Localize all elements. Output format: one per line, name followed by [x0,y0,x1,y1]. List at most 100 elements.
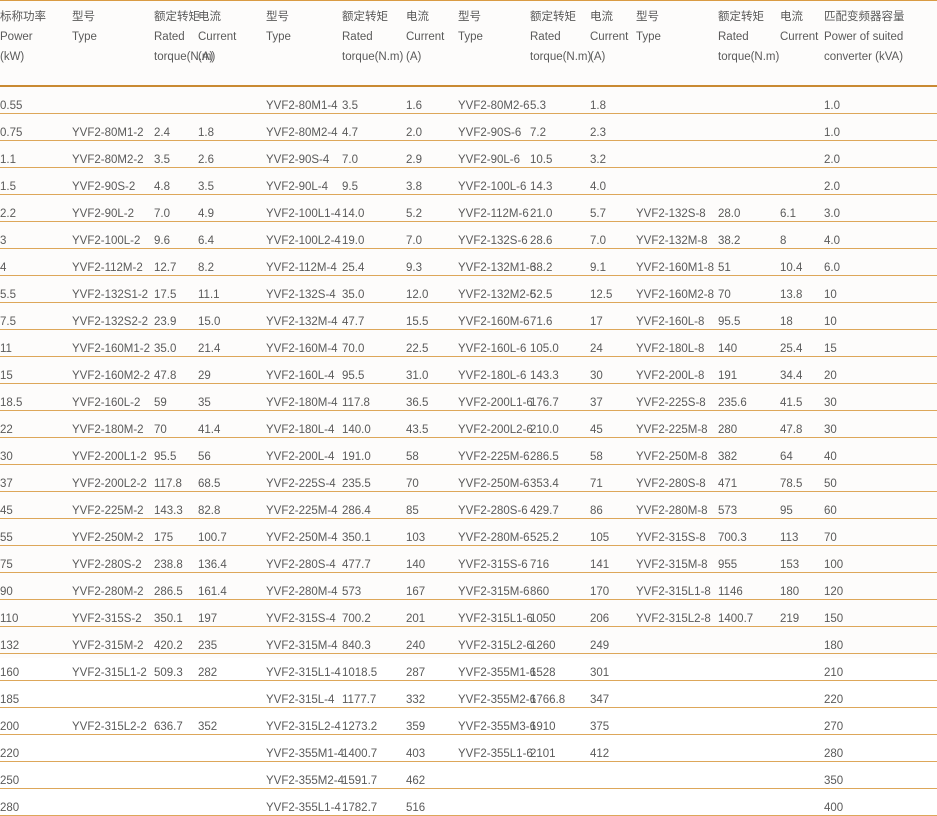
cell-type8 [636,788,718,816]
cell-i8: 113 [780,518,824,546]
cell-i4: 516 [406,788,458,816]
table-row: 132 YVF2-315M-2 420.2 235 YVF2-315M-4 840.3 24… [0,626,937,654]
cell-power: 4 [0,248,72,276]
cell-tq6: 525.2 [530,518,590,546]
column-header-cn-conv: 匹配变频器容量 [824,11,905,23]
cell-i8 [780,113,824,141]
cell-i2: 68.5 [198,464,266,492]
table-row: 11 YVF2-160M1-2 35.0 21.4 YVF2-160M-4 70.0 22.… [0,329,937,357]
cell-type2: YVF2-80M2-2 [72,140,154,168]
cell-i6: 105 [590,518,636,546]
cell-tq4: 117.8 [342,383,406,411]
motor-spec-table: 标称功率 Power (kW) 型号 Type 额定转矩 Rated torque(N.m) 电… [0,0,937,816]
column-header-en-type8: Type [636,31,661,43]
cell-tq8: 280 [718,410,780,438]
cell-tq8: 471 [718,464,780,492]
cell-tq8: 700.3 [718,518,780,546]
cell-type2 [72,86,154,114]
cell-i8: 18 [780,302,824,330]
cell-tq6: 143.3 [530,356,590,384]
table-row: 110 YVF2-315S-2 350.1 197 YVF2-315S-4 700.2 20… [0,599,937,627]
column-header-unit-tq6: torque(N.m) [530,51,592,63]
cell-type8: YVF2-132M-8 [636,221,718,249]
cell-type6: YVF2-315M-6 [458,572,530,600]
cell-i4: 240 [406,626,458,654]
cell-tq2 [154,680,198,708]
cell-i2: 352 [198,707,266,735]
cell-tq2: 117.8 [154,464,198,492]
cell-type2: YVF2-315S-2 [72,599,154,627]
cell-type4: YVF2-90S-4 [266,140,342,168]
cell-tq4: 4.7 [342,113,406,141]
cell-i8: 10.4 [780,248,824,276]
cell-type2 [72,788,154,816]
cell-conv: 3.0 [824,194,937,222]
cell-tq4: 140.0 [342,410,406,438]
cell-type8: YVF2-315S-8 [636,518,718,546]
cell-tq4: 350.1 [342,518,406,546]
cell-tq6: 5.3 [530,86,590,114]
cell-power: 110 [0,599,72,627]
cell-tq2: 35.0 [154,329,198,357]
cell-i8 [780,626,824,654]
cell-i8: 6.1 [780,194,824,222]
cell-type6: YVF2-200L1-6 [458,383,533,411]
cell-type2: YVF2-160M1-2 [72,329,154,357]
cell-i8: 153 [780,545,824,573]
spec-table-page: 标称功率 Power (kW) 型号 Type 额定转矩 Rated torque(N.m) 电… [0,0,937,816]
cell-power: 30 [0,437,72,465]
cell-tq6 [530,761,590,789]
cell-power: 90 [0,572,72,600]
cell-i8: 64 [780,437,824,465]
cell-i6: 249 [590,626,636,654]
cell-tq8 [718,113,780,141]
table-row: 0.55 YVF2-80M1-4 3.5 1.6 YVF2-80M2-6 5.3 1.8 1.… [0,86,937,114]
cell-power: 3 [0,221,72,249]
cell-type6: YVF2-112M-6 [458,194,530,222]
table-row: 3 YVF2-100L-2 9.6 6.4 YVF2-100L2-4 19.0 7.0 YVF… [0,221,937,249]
cell-tq2 [154,86,198,114]
cell-type4: YVF2-100L2-4 [266,221,342,249]
cell-tq6 [530,788,590,816]
cell-tq4: 14.0 [342,194,406,222]
cell-tq4: 1273.2 [342,707,406,735]
cell-i4: 462 [406,761,458,789]
cell-tq6: 14.3 [530,167,590,195]
cell-tq8: 382 [718,437,780,465]
cell-type8 [636,680,718,708]
cell-i4: 2.0 [406,113,458,141]
cell-i6: 5.7 [590,194,636,222]
cell-tq2 [154,761,198,789]
table-row: 2.2 YVF2-90L-2 7.0 4.9 YVF2-100L1-4 14.0 5.2 YV… [0,194,937,222]
cell-i8 [780,86,824,114]
column-header-unit-i4: (A) [406,51,422,63]
cell-i6: 1.8 [590,86,636,114]
cell-conv: 60 [824,491,937,519]
cell-tq4: 3.5 [342,86,406,114]
cell-i2: 6.4 [198,221,266,249]
cell-power: 75 [0,545,72,573]
cell-type2: YVF2-280M-2 [72,572,154,600]
cell-type2: YVF2-132S2-2 [72,302,154,330]
table-row: 4 YVF2-112M-2 12.7 8.2 YVF2-112M-4 25.4 9.3 YVF… [0,248,937,276]
cell-type6: YVF2-132S-6 [458,221,530,249]
cell-i6: 17 [590,302,636,330]
cell-tq8 [718,680,780,708]
cell-tq4: 9.5 [342,167,406,195]
cell-tq8: 573 [718,491,780,519]
cell-type2: YVF2-90S-2 [72,167,154,195]
cell-type4: YVF2-315S-4 [266,599,342,627]
column-header-en-conv: Power of suited [824,31,904,43]
cell-type8: YVF2-315L1-8 [636,572,718,600]
cell-i4: 9.3 [406,248,458,276]
cell-tq2: 143.3 [154,491,198,519]
cell-type6: YVF2-100L-6 [458,167,530,195]
cell-i4: 85 [406,491,458,519]
cell-tq4: 7.0 [342,140,406,168]
cell-tq8 [718,86,780,114]
table-row: 220 YVF2-355M1-4 1400.7 403 YVF2-355L1-6 2101… [0,734,937,762]
cell-type6: YVF2-315S-6 [458,545,530,573]
table-body: 0.55 YVF2-80M1-4 3.5 1.6 YVF2-80M2-6 5.3 1.8 1.… [0,86,937,816]
cell-tq4: 95.5 [342,356,406,384]
cell-i6: 86 [590,491,636,519]
